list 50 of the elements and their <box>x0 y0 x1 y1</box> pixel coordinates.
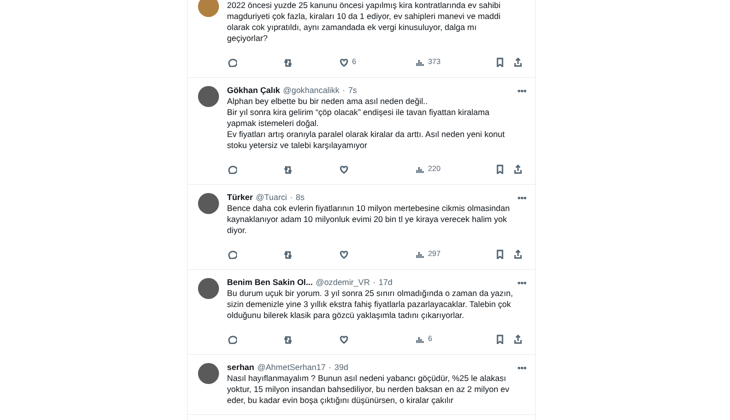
user-handle[interactable]: @gokhancalikk <box>283 84 340 96</box>
avatar <box>198 363 219 384</box>
avatar <box>198 278 219 299</box>
bookmark-icon[interactable] <box>495 249 505 259</box>
like-icon[interactable] <box>339 249 349 259</box>
share-icon[interactable] <box>513 334 523 344</box>
reply-icon[interactable] <box>227 334 237 344</box>
reply-icon[interactable] <box>227 249 237 259</box>
user-name[interactable]: Benim Ben Sakin Ol... <box>227 276 313 288</box>
bookmark-icon[interactable] <box>495 57 505 67</box>
like-icon[interactable] <box>339 164 349 174</box>
user-name[interactable]: Türker <box>227 191 253 203</box>
reply-icon[interactable] <box>227 57 237 67</box>
reply-icon[interactable] <box>227 164 237 174</box>
avatar <box>198 0 219 17</box>
tweet-text: Alphan bey elbette bu bir neden ama asıl neden değil.. Bir yıl sonra kira gelirim “çöp olacak” endişesi ile tavan fiyattan kiralama yapmak istemeleri doğal. Ev fiyatları artış oranıyla paralel olarak kiralar da arttı. Asıl neden yeni konut stoku yetersiz ve talebi karşılayamıyor <box>227 96 506 151</box>
like-icon[interactable] <box>339 57 349 67</box>
separator-dot: · <box>342 84 346 96</box>
retweet-icon[interactable] <box>283 57 293 67</box>
tweet-text: 2022 öncesi yuzde 25 kanunu öncesi yapılmış kira kontratlarında ev sahibi magduriyeti çok fazla, kiraları 10 da 1 ediyor, ev sahipleri manevi ve maddi olarak cok yıpratıldı, aynı zamandada ek vergi kinusuluyor, dalga mı geçiyorlar? <box>227 0 502 44</box>
views-icon[interactable] <box>415 164 425 174</box>
views-icon[interactable] <box>415 57 425 67</box>
tweet-text: Bence daha cok evlerin fiyatlarının 10 milyon mertebesine cikmis olmasindan kaynaklanıyor adam 10 milyonluk evimi 20 bin tl ye kiraya verecek halim yok diyor. <box>227 203 511 236</box>
retweet-icon[interactable] <box>283 164 293 174</box>
avatar <box>198 86 219 107</box>
separator-dot: · <box>328 361 332 373</box>
retweet-icon[interactable] <box>283 249 293 259</box>
separator-dot: · <box>290 191 293 203</box>
retweet-icon[interactable] <box>283 334 293 344</box>
separator-dot: · <box>372 276 376 288</box>
views-icon[interactable] <box>415 334 425 344</box>
user-handle[interactable]: @ozdemir_VR <box>316 276 370 288</box>
share-icon[interactable] <box>513 164 523 174</box>
user-name[interactable]: Gökhan Çalık <box>227 84 280 96</box>
timestamp[interactable]: 7s <box>348 84 357 96</box>
user-name[interactable]: serhan <box>227 361 254 373</box>
timestamp[interactable]: 39d <box>334 361 348 373</box>
like-icon[interactable] <box>339 334 349 344</box>
tweet-text: Bu durum uçuk bir yorum. 3 yıl sonra 25 sınırı olmadığında o zaman da yazın, sizin demenizle yine 3 yıllık ekstra fahiş fiyatlarla pazarlayacaklar. Talebin çok olduğunu bilerek klasik para gözcü yaklaşımla tadını çıkarıyorlar. <box>227 288 514 321</box>
user-handle[interactable]: @Tuarci <box>256 191 287 203</box>
user-handle[interactable]: @AhmetSerhan17 <box>257 361 326 373</box>
timestamp[interactable]: 17d <box>378 276 392 288</box>
avatar <box>198 193 219 214</box>
share-icon[interactable] <box>513 57 523 67</box>
tweet-text: Nasıl hayıflanmayalım ? Bunun asıl nedeni yabancı göçüdür, %25 le alakası yoktur, 15 milyon insandan bahsediliyor, bu nerden baksan en az 2 milyon ev eder, bu kadar evin boşa çıktığını düşünürsen, o kiralar çakılır <box>227 373 510 406</box>
views-icon[interactable] <box>415 249 425 259</box>
timestamp[interactable]: 8s <box>296 191 305 203</box>
bookmark-icon[interactable] <box>495 334 505 344</box>
bookmark-icon[interactable] <box>495 164 505 174</box>
share-icon[interactable] <box>513 249 523 259</box>
